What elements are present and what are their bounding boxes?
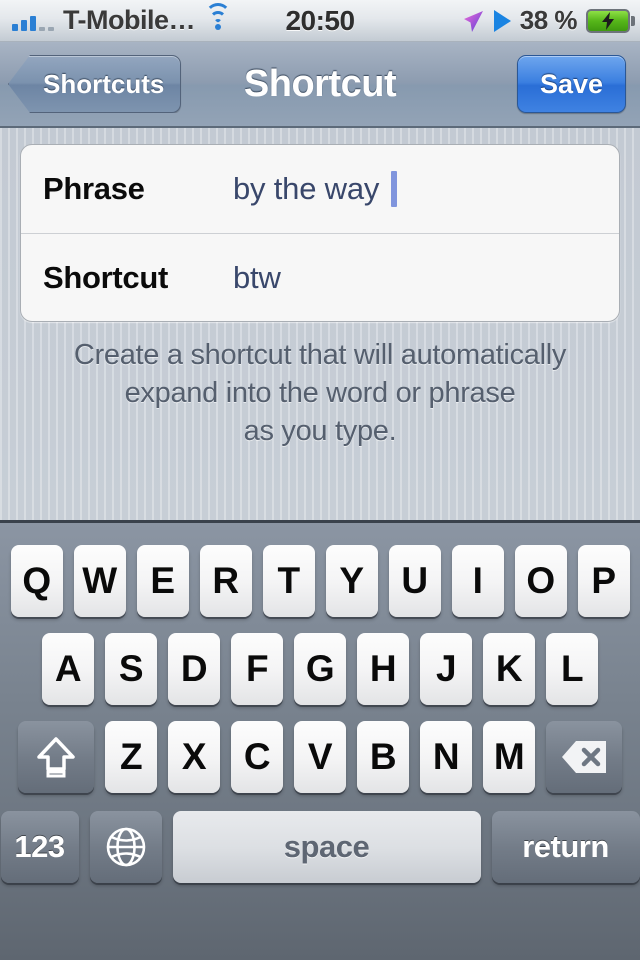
key-b[interactable]: B [357,721,409,793]
key-e[interactable]: E [136,545,189,617]
key-r[interactable]: R [199,545,252,617]
keyboard-row-2: A S D F G H J K L [0,617,640,705]
space-key[interactable]: space [172,811,481,883]
key-g[interactable]: G [294,633,346,705]
key-i[interactable]: I [451,545,504,617]
play-triangle-icon [493,9,511,32]
key-o[interactable]: O [514,545,567,617]
key-q[interactable]: Q [10,545,63,617]
key-y[interactable]: Y [325,545,378,617]
key-c[interactable]: C [231,721,283,793]
keyboard-row-3: Z X C V B N M [0,705,640,793]
table-row-shortcut[interactable]: Shortcut btw [21,233,619,321]
battery-percent-label: 38 % [519,5,578,35]
key-n[interactable]: N [420,721,472,793]
key-j[interactable]: J [420,633,472,705]
charging-bolt-icon [602,11,614,30]
key-w[interactable]: W [73,545,126,617]
shortcut-input[interactable]: btw [233,260,281,296]
key-f[interactable]: F [231,633,283,705]
location-arrow-icon [463,10,483,32]
phrase-value: by the way [233,171,380,206]
grouped-table: Phrase by the way Shortcut btw [20,144,620,322]
return-key[interactable]: return [491,811,640,883]
footer-description: Create a shortcut that will automaticall… [0,336,640,450]
numeric-key[interactable]: 123 [0,811,79,883]
footer-line-1: Create a shortcut that will automaticall… [73,339,567,371]
key-s[interactable]: S [105,633,157,705]
key-a[interactable]: A [42,633,94,705]
delete-key[interactable] [546,721,622,793]
navigation-bar: Shortcuts Shortcut Save [0,42,640,128]
key-v[interactable]: V [294,721,346,793]
shortcut-value: btw [233,259,281,295]
table-row-phrase[interactable]: Phrase by the way [21,145,619,233]
keyboard-row-4: 123 space return [0,793,640,883]
key-m[interactable]: M [483,721,535,793]
phrase-input[interactable]: by the way [233,171,398,207]
clock-label: 20:50 [285,4,355,36]
content-area: Phrase by the way Shortcut btw Create a … [0,128,640,520]
globe-key[interactable] [89,811,162,883]
key-p[interactable]: P [577,545,630,617]
phone-screen: T-Mobile… 20:50 38 % Shortcuts Shortcut … [0,0,640,960]
status-bar: T-Mobile… 20:50 38 % [0,0,640,42]
on-screen-keyboard[interactable]: Q W E R T Y U I O P A S D F G H J K L Z … [0,520,640,960]
phrase-label: Phrase [43,171,145,206]
key-x[interactable]: X [168,721,220,793]
key-l[interactable]: L [546,633,598,705]
delete-backspace-icon [562,741,606,773]
status-bar-right: 38 % [463,5,635,36]
footer-line-3: as you type. [243,415,397,447]
text-caret [391,171,398,207]
battery-charging-icon [586,8,635,33]
shift-key[interactable] [18,721,94,793]
footer-line-2: expand into the word or phrase [124,377,516,409]
key-u[interactable]: U [388,545,441,617]
key-h[interactable]: H [357,633,409,705]
key-k[interactable]: K [483,633,535,705]
globe-keyboard-icon [106,827,145,867]
key-d[interactable]: D [168,633,220,705]
save-button-label: Save [539,68,603,99]
keyboard-row-1: Q W E R T Y U I O P [0,523,640,617]
shift-arrow-icon [37,737,75,778]
shortcut-label: Shortcut [43,259,169,295]
key-t[interactable]: T [262,545,315,617]
save-button[interactable]: Save [516,55,626,113]
key-z[interactable]: Z [105,721,157,793]
